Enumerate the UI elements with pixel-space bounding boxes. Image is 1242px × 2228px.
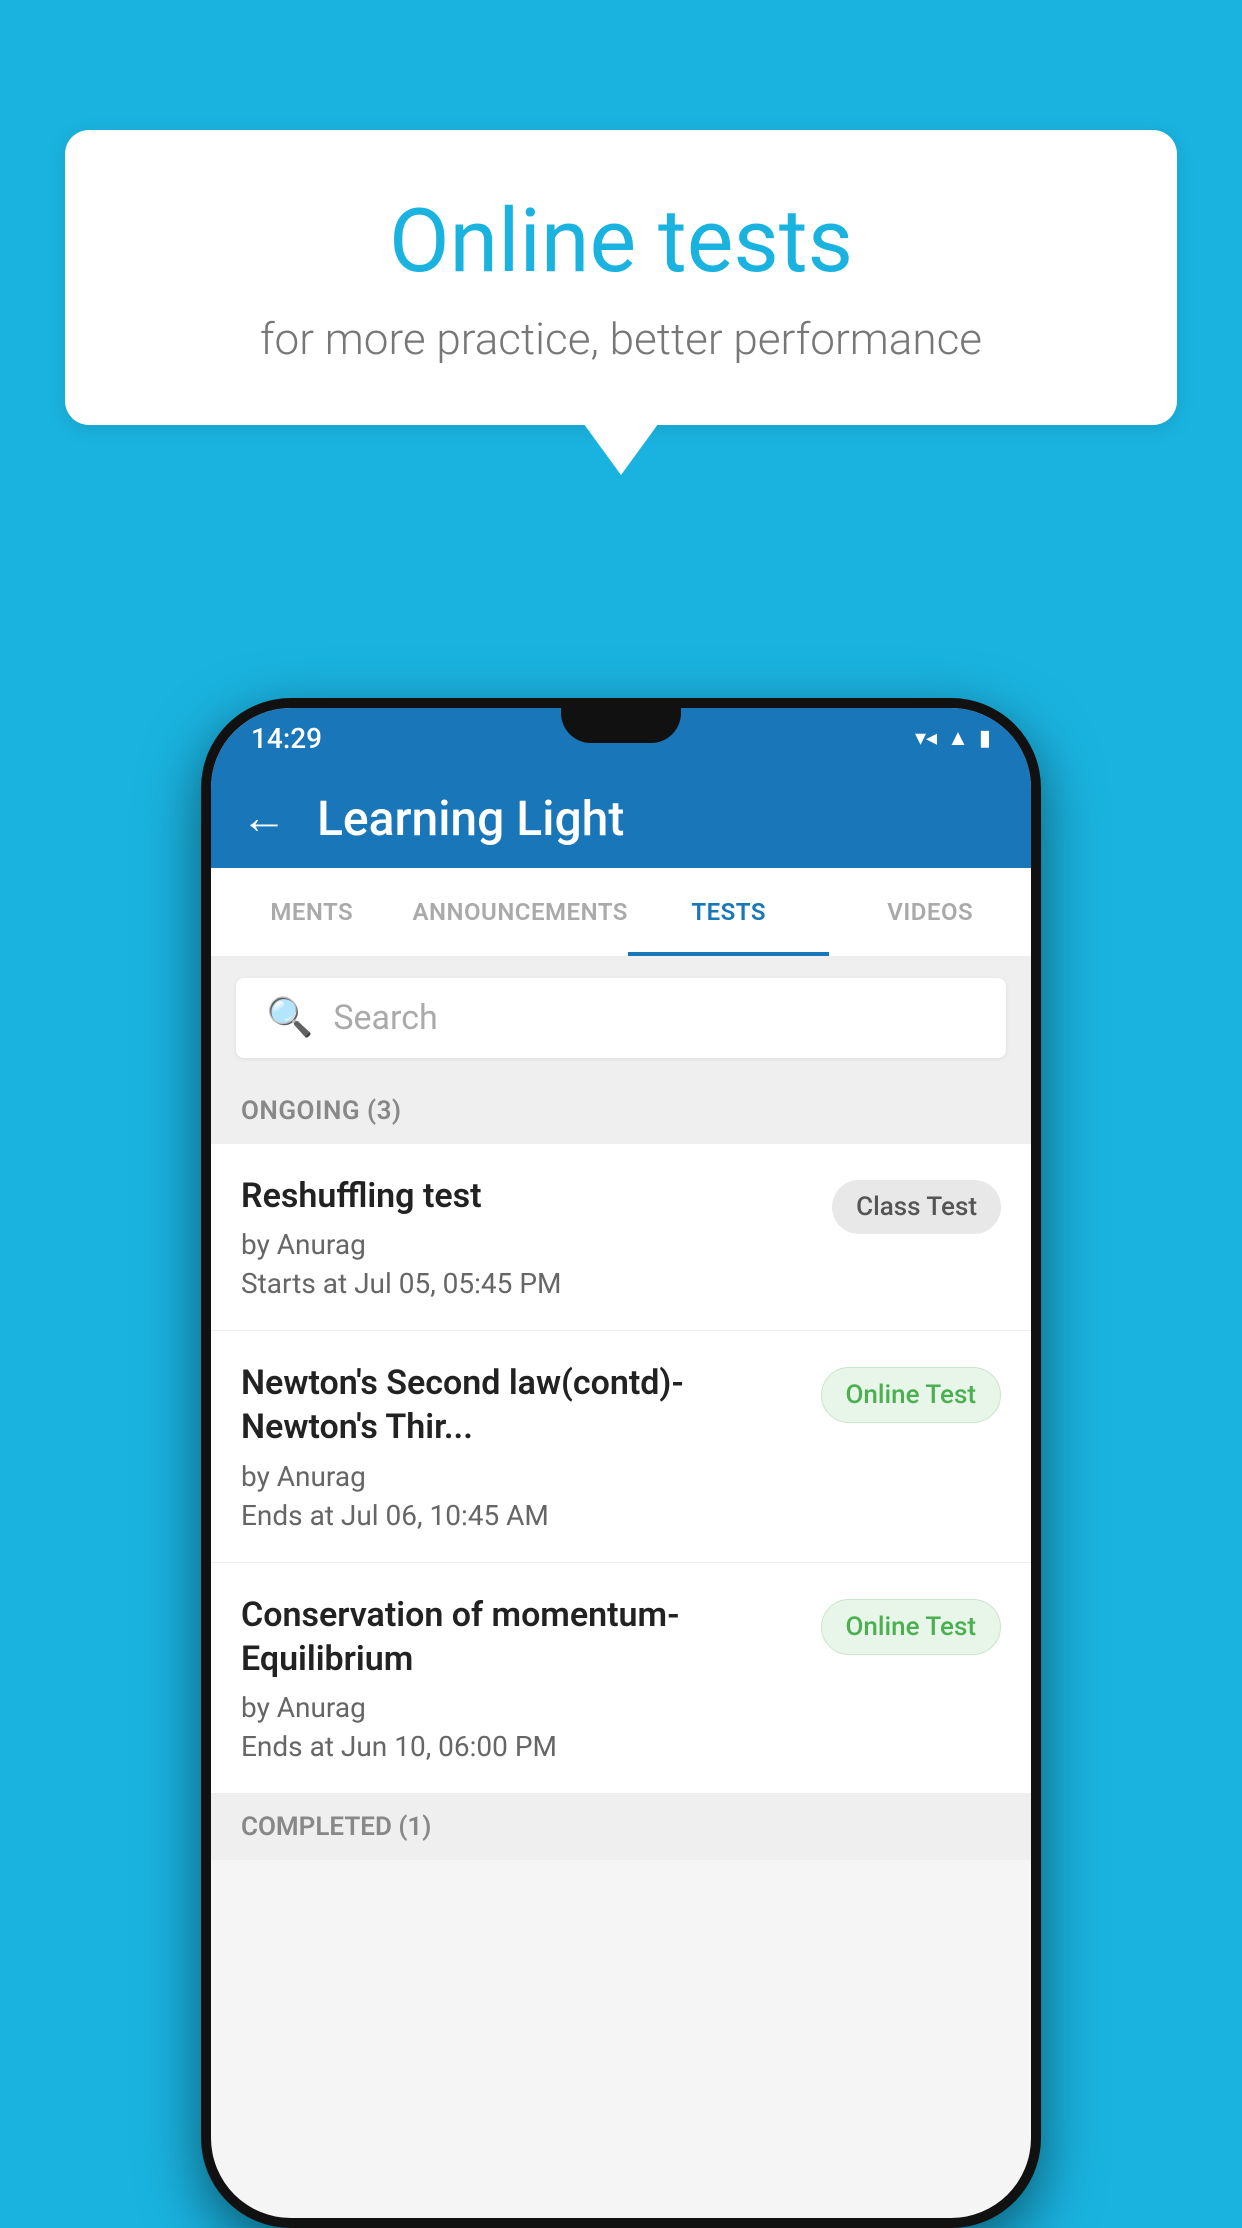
phone-screen: 14:29 ▾◂ ▲ ▮ ← Learning Light MENTS ANNO… [211, 708, 1031, 2218]
phone-frame: 14:29 ▾◂ ▲ ▮ ← Learning Light MENTS ANNO… [201, 698, 1041, 2228]
back-button[interactable]: ← [241, 795, 287, 841]
app-bar: ← Learning Light [211, 768, 1031, 868]
wifi-icon: ▾◂ [915, 726, 937, 751]
signal-icon: ▲ [947, 725, 969, 751]
test-author-1: by Anurag [241, 1228, 812, 1261]
speech-bubble-title: Online tests [145, 190, 1097, 293]
test-badge-1: Class Test [832, 1180, 1001, 1234]
search-input-placeholder: Search [333, 998, 437, 1038]
test-badge-2: Online Test [821, 1367, 1002, 1423]
test-title-1: Reshuffling test [241, 1174, 812, 1218]
test-time-3: Ends at Jun 10, 06:00 PM [241, 1730, 801, 1763]
test-author-2: by Anurag [241, 1460, 801, 1493]
status-bar-time: 14:29 [251, 722, 322, 755]
tabs-bar: MENTS ANNOUNCEMENTS TESTS VIDEOS [211, 868, 1031, 958]
ongoing-label: ONGOING (3) [241, 1096, 402, 1126]
test-time-1: Starts at Jul 05, 05:45 PM [241, 1267, 812, 1300]
app-bar-title: Learning Light [317, 790, 624, 847]
status-bar-icons: ▾◂ ▲ ▮ [915, 725, 991, 751]
test-info-1: Reshuffling test by Anurag Starts at Jul… [241, 1174, 812, 1300]
search-bar-container: 🔍 Search [211, 958, 1031, 1078]
test-info-3: Conservation of momentum-Equilibrium by … [241, 1593, 801, 1763]
completed-section-header: COMPLETED (1) [211, 1794, 1031, 1860]
search-bar[interactable]: 🔍 Search [236, 978, 1006, 1058]
speech-bubble-container: Online tests for more practice, better p… [65, 130, 1177, 425]
speech-bubble: Online tests for more practice, better p… [65, 130, 1177, 425]
test-author-3: by Anurag [241, 1691, 801, 1724]
tab-announcements[interactable]: ANNOUNCEMENTS [413, 868, 628, 956]
test-item-1[interactable]: Reshuffling test by Anurag Starts at Jul… [211, 1144, 1031, 1331]
tab-tests[interactable]: TESTS [628, 868, 830, 956]
test-item-2[interactable]: Newton's Second law(contd)-Newton's Thir… [211, 1331, 1031, 1562]
speech-bubble-subtitle: for more practice, better performance [145, 313, 1097, 365]
search-icon: 🔍 [266, 996, 313, 1040]
test-title-3: Conservation of momentum-Equilibrium [241, 1593, 801, 1681]
test-info-2: Newton's Second law(contd)-Newton's Thir… [241, 1361, 801, 1531]
test-title-2: Newton's Second law(contd)-Newton's Thir… [241, 1361, 801, 1449]
test-item-3[interactable]: Conservation of momentum-Equilibrium by … [211, 1563, 1031, 1794]
phone-notch [561, 708, 681, 743]
completed-label: COMPLETED (1) [241, 1812, 431, 1842]
tab-assignments[interactable]: MENTS [211, 868, 413, 956]
test-list: Reshuffling test by Anurag Starts at Jul… [211, 1144, 1031, 1794]
tab-videos[interactable]: VIDEOS [829, 868, 1031, 956]
test-badge-3: Online Test [821, 1599, 1002, 1655]
test-time-2: Ends at Jul 06, 10:45 AM [241, 1499, 801, 1532]
ongoing-section-header: ONGOING (3) [211, 1078, 1031, 1144]
battery-icon: ▮ [979, 726, 991, 751]
